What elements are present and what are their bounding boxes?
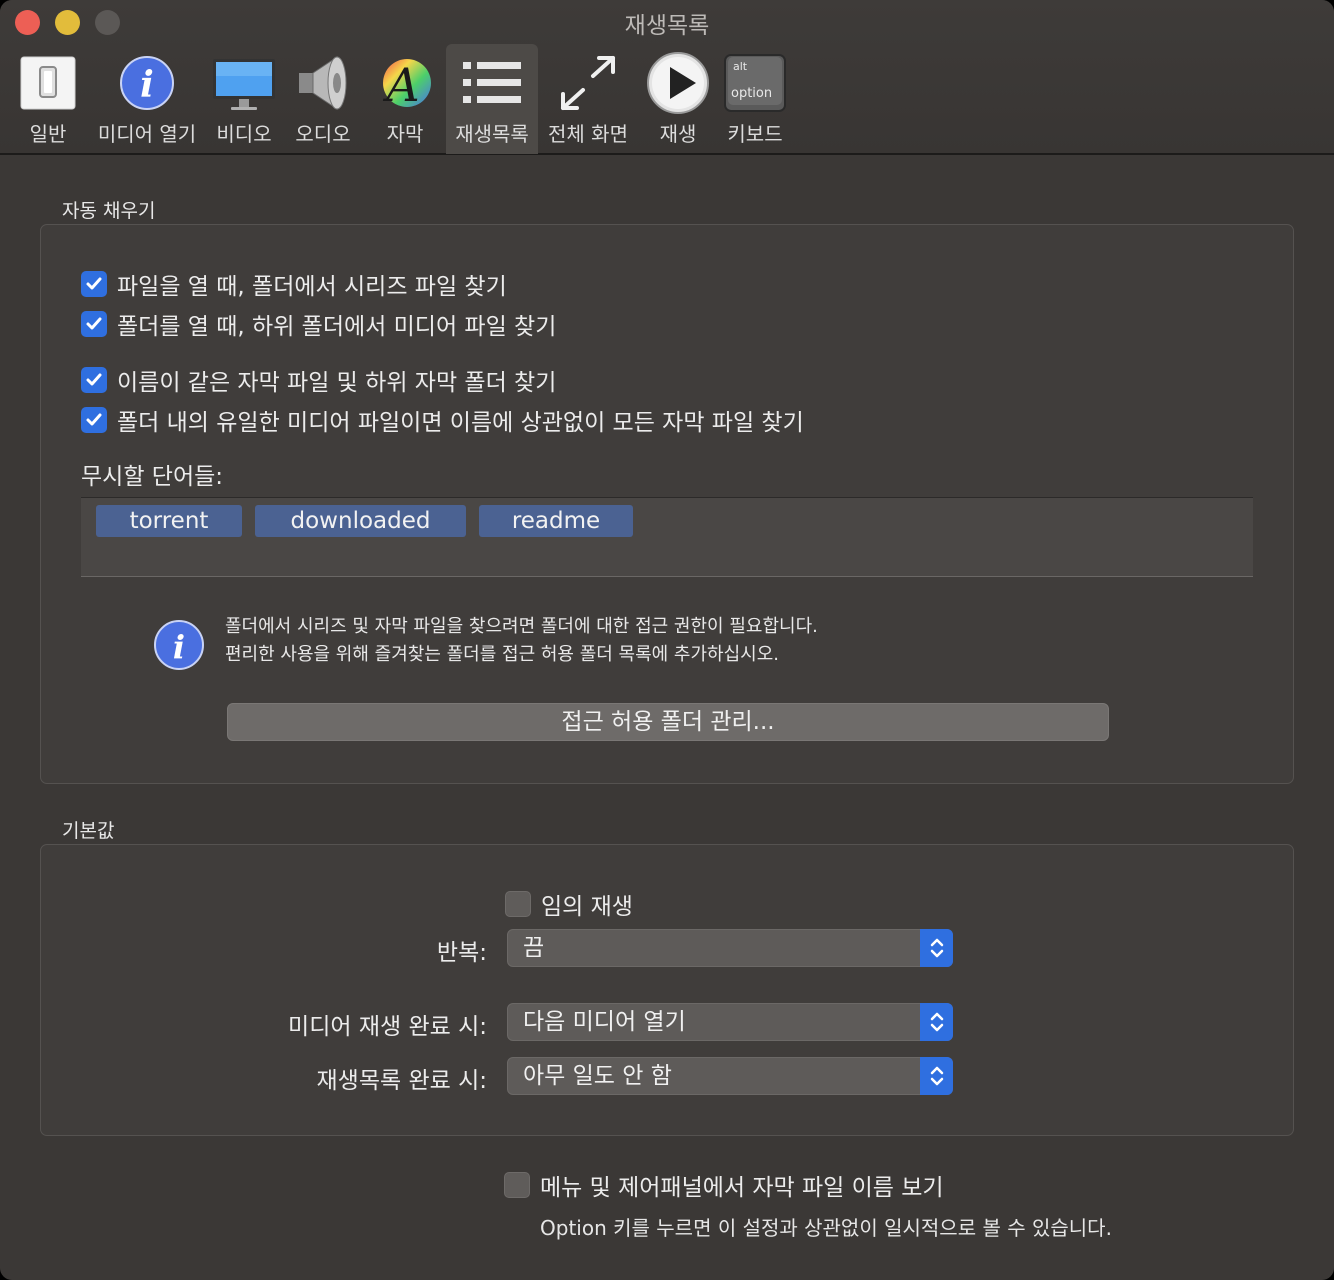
toolbar-fullscreen[interactable]: 전체 화면 xyxy=(542,44,634,154)
checkbox-box[interactable] xyxy=(81,367,107,393)
toolbar-video[interactable]: 비디오 xyxy=(208,44,280,154)
keyboard-icon: alt option xyxy=(720,48,790,118)
list-icon xyxy=(457,48,527,118)
fullscreen-icon xyxy=(553,48,623,118)
checkbox-subfolder-media-label: 폴더를 열 때, 하위 폴더에서 미디어 파일 찾기 xyxy=(117,314,557,340)
option-key-hint: Option 키를 누르면 이 설정과 상관없이 일시적으로 볼 수 있습니다. xyxy=(540,1216,1112,1240)
svg-text:i: i xyxy=(140,64,154,106)
repeat-popup[interactable]: 끔 xyxy=(507,929,953,967)
toolbar-audio[interactable]: 오디오 xyxy=(288,44,358,154)
playlist-end-popup[interactable]: 아무 일도 안 함 xyxy=(507,1057,953,1095)
checkbox-show-subtitle-name-label: 메뉴 및 제어패널에서 자막 파일 이름 보기 xyxy=(540,1175,944,1201)
titlebar: 재생목록 일반 i 미디어 열기 비디오 오디오 A 자막 재생목록 전체 화면… xyxy=(0,0,1334,155)
updown-chevron-icon xyxy=(920,929,953,967)
checkmark-icon xyxy=(86,413,102,426)
playlist-end-value: 아무 일도 안 함 xyxy=(523,1063,672,1089)
defaults-group: 임의 재생 반복: 끔 미디어 재생 완료 시: 다음 미디어 열기 재생목록 … xyxy=(40,844,1294,1136)
preferences-window: 재생목록 일반 i 미디어 열기 비디오 오디오 A 자막 재생목록 전체 화면… xyxy=(0,0,1334,1280)
checkmark-icon xyxy=(86,277,102,290)
toolbar-playback[interactable]: 재생 xyxy=(642,44,714,154)
ignore-words-field[interactable]: torrent downloaded readme xyxy=(81,497,1253,577)
switch-icon xyxy=(13,48,83,118)
play-icon xyxy=(643,48,713,118)
checkbox-box[interactable] xyxy=(81,311,107,337)
updown-chevron-icon xyxy=(920,1057,953,1095)
checkbox-same-name-subs-label: 이름이 같은 자막 파일 및 하위 자막 폴더 찾기 xyxy=(117,370,557,396)
checkbox-all-subs[interactable]: 폴더 내의 유일한 미디어 파일이면 이름에 상관없이 모든 자막 파일 찾기 xyxy=(81,403,804,437)
toolbar-general[interactable]: 일반 xyxy=(10,44,86,154)
token-torrent[interactable]: torrent xyxy=(96,505,242,537)
checkbox-box[interactable] xyxy=(81,407,107,433)
toolbar-keyboard[interactable]: alt option 키보드 xyxy=(718,44,792,154)
autofill-section-title: 자동 채우기 xyxy=(62,200,156,222)
checkbox-box[interactable] xyxy=(81,271,107,297)
checkbox-series-files-label: 파일을 열 때, 폴더에서 시리즈 파일 찾기 xyxy=(117,274,507,300)
checkbox-series-files[interactable]: 파일을 열 때, 폴더에서 시리즈 파일 찾기 xyxy=(81,267,507,301)
toolbar-open-media-label: 미디어 열기 xyxy=(97,122,197,146)
toolbar-playlist-label: 재생목록 xyxy=(455,122,529,146)
toolbar-keyboard-label: 키보드 xyxy=(727,122,783,146)
media-end-value: 다음 미디어 열기 xyxy=(523,1009,686,1035)
checkbox-show-subtitle-name[interactable]: 메뉴 및 제어패널에서 자막 파일 이름 보기 xyxy=(504,1168,944,1202)
toolbar-playback-label: 재생 xyxy=(659,122,697,146)
defaults-section-title: 기본값 xyxy=(62,820,115,842)
toolbar-general-label: 일반 xyxy=(29,122,67,146)
keycap-option: option xyxy=(731,86,772,101)
checkbox-box[interactable] xyxy=(504,1172,530,1198)
updown-chevron-icon xyxy=(920,1003,953,1041)
info-icon: i xyxy=(153,619,205,671)
speaker-icon xyxy=(288,48,358,118)
svg-text:i: i xyxy=(173,628,185,666)
toolbar-audio-label: 오디오 xyxy=(295,122,351,146)
checkmark-icon xyxy=(86,373,102,386)
toolbar-subtitle[interactable]: A 자막 xyxy=(370,44,440,154)
checkbox-shuffle[interactable]: 임의 재생 xyxy=(505,887,633,921)
info-text-line1: 폴더에서 시리즈 및 자막 파일을 찾으려면 폴더에 대한 접근 권한이 필요합… xyxy=(225,616,818,637)
ignore-words-label: 무시할 단어들: xyxy=(81,464,224,490)
checkmark-icon xyxy=(86,317,102,330)
token-downloaded[interactable]: downloaded xyxy=(255,505,466,537)
manage-access-folders-button[interactable]: 접근 허용 폴더 관리... xyxy=(227,703,1109,741)
media-end-popup[interactable]: 다음 미디어 열기 xyxy=(507,1003,953,1041)
checkbox-box[interactable] xyxy=(505,891,531,917)
info-text-line2: 편리한 사용을 위해 즐겨찾는 폴더를 접근 허용 폴더 목록에 추가하십시오. xyxy=(225,644,780,665)
toolbar-video-label: 비디오 xyxy=(216,122,272,146)
window-title: 재생목록 xyxy=(624,13,710,39)
toolbar-open-media[interactable]: i 미디어 열기 xyxy=(92,44,202,154)
monitor-icon xyxy=(209,48,279,118)
checkbox-shuffle-label: 임의 재생 xyxy=(541,894,633,920)
info-icon: i xyxy=(112,48,182,118)
toolbar-fullscreen-label: 전체 화면 xyxy=(548,122,628,146)
svg-text:A: A xyxy=(382,58,419,112)
token-readme[interactable]: readme xyxy=(479,505,633,537)
toolbar-subtitle-label: 자막 xyxy=(386,122,424,146)
keycap-alt: alt xyxy=(733,60,748,73)
repeat-value: 끔 xyxy=(523,935,545,961)
playlist-end-label: 재생목록 완료 시: xyxy=(316,1068,488,1094)
font-icon: A xyxy=(370,48,440,118)
toolbar-playlist[interactable]: 재생목록 xyxy=(446,44,538,154)
repeat-label: 반복: xyxy=(436,940,487,966)
media-end-label: 미디어 재생 완료 시: xyxy=(288,1014,487,1040)
autofill-group: 파일을 열 때, 폴더에서 시리즈 파일 찾기 폴더를 열 때, 하위 폴더에서… xyxy=(40,224,1294,784)
checkbox-all-subs-label: 폴더 내의 유일한 미디어 파일이면 이름에 상관없이 모든 자막 파일 찾기 xyxy=(117,410,804,436)
checkbox-same-name-subs[interactable]: 이름이 같은 자막 파일 및 하위 자막 폴더 찾기 xyxy=(81,363,556,397)
checkbox-subfolder-media[interactable]: 폴더를 열 때, 하위 폴더에서 미디어 파일 찾기 xyxy=(81,307,556,341)
